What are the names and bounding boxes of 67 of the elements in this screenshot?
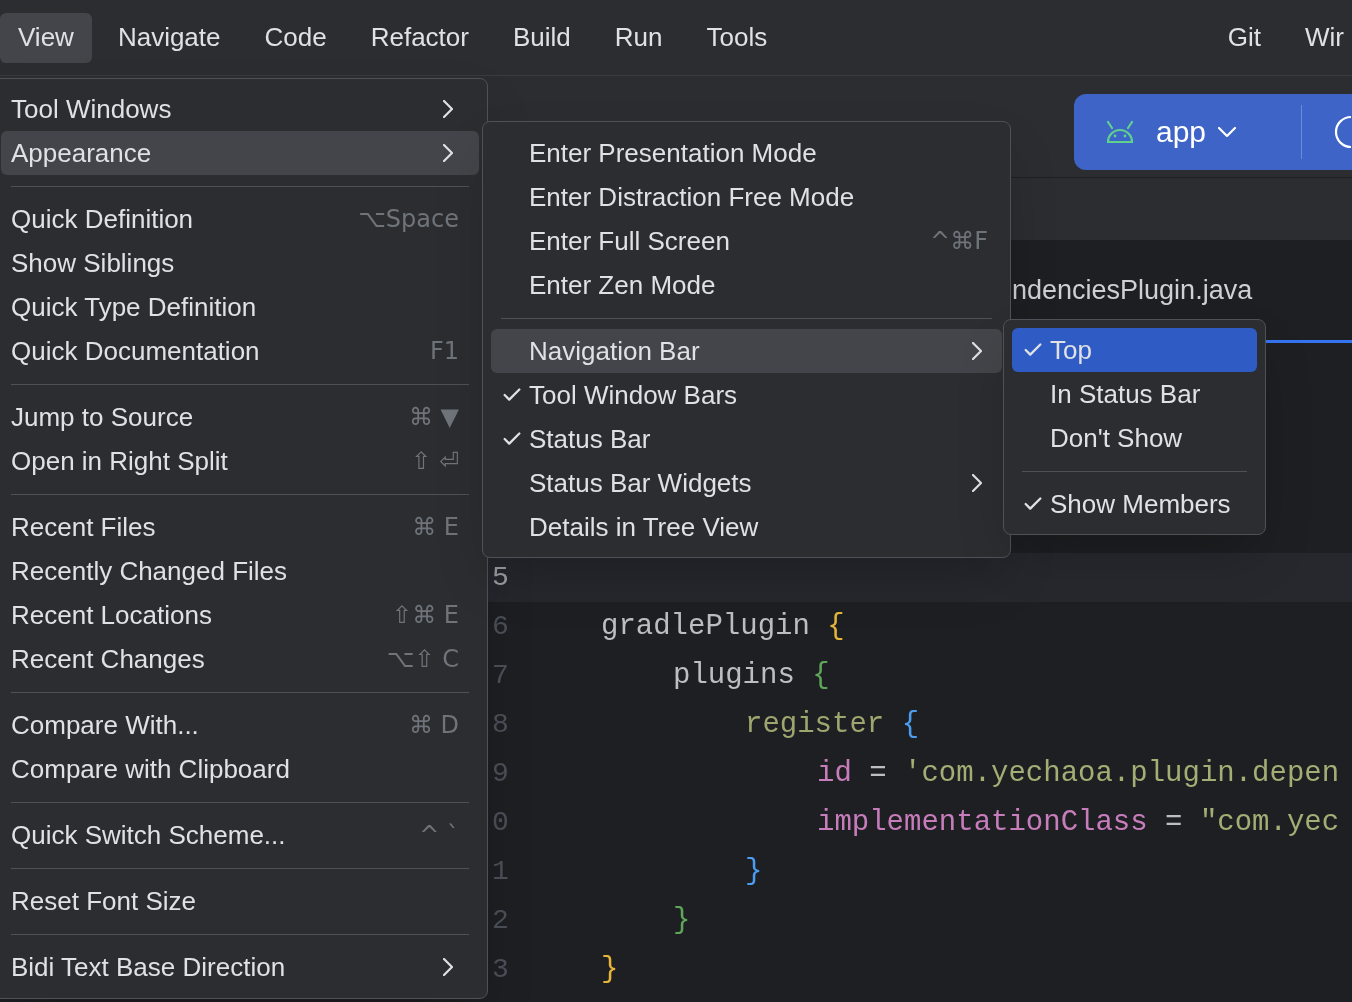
menu-item[interactable]: Enter Distraction Free Mode — [491, 175, 1002, 219]
shortcut-text: ⌘ ▼ — [408, 402, 459, 433]
chevron-right-icon — [443, 100, 453, 118]
shortcut-text: ^ ` — [419, 820, 459, 851]
shortcut-text: ⌘ D — [408, 710, 459, 741]
shortcut-text: ⇧ ⏎ — [411, 446, 459, 477]
menu-bar-item[interactable]: Code — [246, 12, 345, 63]
menu-item[interactable]: Tool Window Bars — [491, 373, 1002, 417]
menu-item[interactable]: Enter Presentation Mode — [491, 131, 1002, 175]
shortcut-text: ⌥Space — [358, 204, 459, 235]
menu-item[interactable]: Quick Type Definition — [1, 285, 479, 329]
menu-item[interactable]: Don't Show — [1012, 416, 1257, 460]
shortcut-text: ⌥⇧ C — [386, 644, 459, 675]
menu-item[interactable]: Jump to Source ⌘ ▼ — [1, 395, 479, 439]
menu-item[interactable]: Status Bar — [491, 417, 1002, 461]
shortcut-text: F1 — [429, 336, 459, 367]
menu-item[interactable]: Details in Tree View — [491, 505, 1002, 549]
shortcut-text: ^⌘F — [930, 226, 988, 257]
menu-item[interactable]: Quick Definition ⌥Space — [1, 197, 479, 241]
menu-item[interactable]: Bidi Text Base Direction — [1, 945, 479, 989]
menu-bar-item[interactable]: Run — [596, 12, 681, 63]
menu-item[interactable]: Recent Locations ⇧⌘ E — [1, 593, 479, 637]
chevron-right-icon — [443, 958, 453, 976]
menu-item[interactable]: Recent Changes ⌥⇧ C — [1, 637, 479, 681]
menu-bar-item[interactable]: View — [0, 12, 92, 63]
code-line: gradlePlugin { — [600, 608, 845, 645]
menu-item[interactable]: Status Bar Widgets — [491, 461, 1002, 505]
menu-item[interactable]: Recently Changed Files — [1, 549, 479, 593]
run-config-button[interactable]: app — [1074, 93, 1352, 170]
menu-item[interactable]: Compare With... ⌘ D — [1, 703, 479, 747]
code-line: } — [672, 902, 691, 939]
menu-bar-item[interactable]: Build — [494, 12, 589, 63]
menu-item[interactable]: Appearance — [1, 131, 479, 175]
menu-item[interactable]: Enter Zen Mode — [491, 263, 1002, 307]
chevron-right-icon — [972, 342, 982, 360]
code-line: plugins { — [672, 657, 830, 694]
chevron-down-icon — [1218, 126, 1237, 137]
shortcut-text: ⌘ E — [412, 512, 459, 543]
menu-bar-item[interactable]: Git — [1209, 12, 1269, 63]
code-line: register { — [744, 706, 920, 743]
run-config-label: app — [1156, 114, 1207, 150]
chevron-right-icon — [972, 474, 982, 492]
chevron-right-icon — [443, 144, 453, 162]
menu-bar-item[interactable]: Wir — [1287, 12, 1352, 63]
menu-bar-item[interactable]: Refactor — [352, 12, 487, 63]
menu-item[interactable]: Show Members — [1012, 482, 1257, 526]
menu-item[interactable]: Top — [1012, 328, 1257, 372]
menu-item[interactable]: Enter Full Screen ^⌘F — [491, 219, 1002, 263]
line-number: 5 — [492, 560, 510, 595]
menu-item[interactable]: Tool Windows — [1, 87, 479, 131]
android-icon — [1104, 119, 1136, 144]
menu-item[interactable]: Compare with Clipboard — [1, 747, 479, 791]
shortcut-text: ⇧⌘ E — [392, 600, 459, 631]
menu-item[interactable]: Quick Documentation F1 — [1, 329, 479, 373]
menu-bar-item[interactable]: Tools — [688, 12, 786, 63]
code-line: } — [744, 853, 763, 890]
menu-item[interactable]: Quick Switch Scheme... ^ ` — [1, 813, 479, 857]
code-line: implementationClass = "com.yec — [816, 804, 1340, 841]
menu-item[interactable]: Navigation Bar — [491, 329, 1002, 373]
code-line: id = 'com.yechaoa.plugin.depen — [816, 755, 1340, 792]
menu-item[interactable]: Reset Font Size — [1, 879, 479, 923]
menu-item[interactable]: In Status Bar — [1012, 372, 1257, 416]
menu-item[interactable]: Open in Right Split ⇧ ⏎ — [1, 439, 479, 483]
menu-item[interactable]: Show Siblings — [1, 241, 479, 285]
menu-item[interactable]: Recent Files ⌘ E — [1, 505, 479, 549]
code-line: } — [600, 951, 619, 988]
menu-bar-item[interactable]: Navigate — [99, 12, 239, 63]
